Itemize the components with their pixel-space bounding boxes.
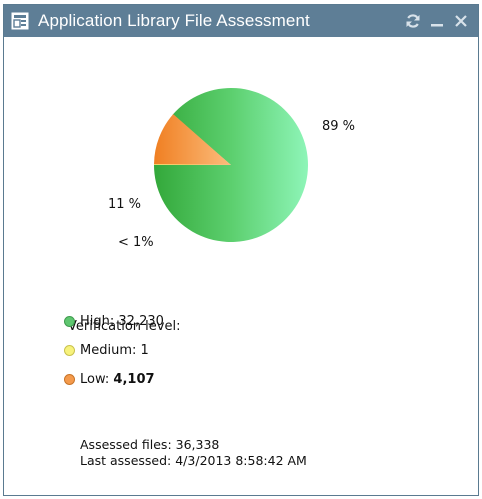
window-title: Application Library File Assessment [38, 11, 310, 30]
legend-label-low: Low: [80, 372, 110, 387]
high-dot-icon [64, 316, 75, 327]
assessed-files-value: 36,338 [175, 437, 220, 452]
refresh-icon[interactable] [402, 10, 424, 32]
last-assessed-label: Last assessed: [80, 453, 172, 468]
last-assessed: Last assessed: 4/3/2013 8:58:42 AM [80, 453, 307, 468]
pie-label-medium: < 1% [118, 235, 154, 250]
low-dot-icon [64, 374, 75, 385]
legend-value-low: 4,107 [113, 372, 155, 387]
assessed-files-label: Assessed files: [80, 437, 172, 452]
pie-chart [154, 88, 308, 243]
window-content: 89 % 11 % < 1% Verification level: High:… [4, 37, 478, 495]
legend-label-medium: Medium: [80, 343, 137, 358]
window-titlebar: Application Library File Assessment [4, 5, 478, 37]
legend-value-medium: 1 [140, 343, 149, 358]
legend-item-high: High: 32,230 [64, 314, 164, 329]
minimize-icon[interactable] [426, 10, 448, 32]
legend-label-high: High: [80, 314, 115, 329]
pie-label-low: 11 % [108, 197, 142, 212]
legend-item-medium: Medium: 1 [64, 343, 149, 358]
app-library-icon [10, 11, 30, 31]
close-icon[interactable] [450, 10, 472, 32]
legend-value-high: 32,230 [118, 314, 164, 329]
app-library-file-assessment-window: Application Library File Assessment 89 %… [3, 4, 479, 496]
pie-label-high: 89 % [322, 119, 356, 134]
last-assessed-value: 4/3/2013 8:58:42 AM [175, 453, 307, 468]
legend-item-low: Low: 4,107 [64, 372, 155, 387]
assessed-files: Assessed files: 36,338 [80, 437, 219, 452]
medium-dot-icon [64, 345, 75, 356]
